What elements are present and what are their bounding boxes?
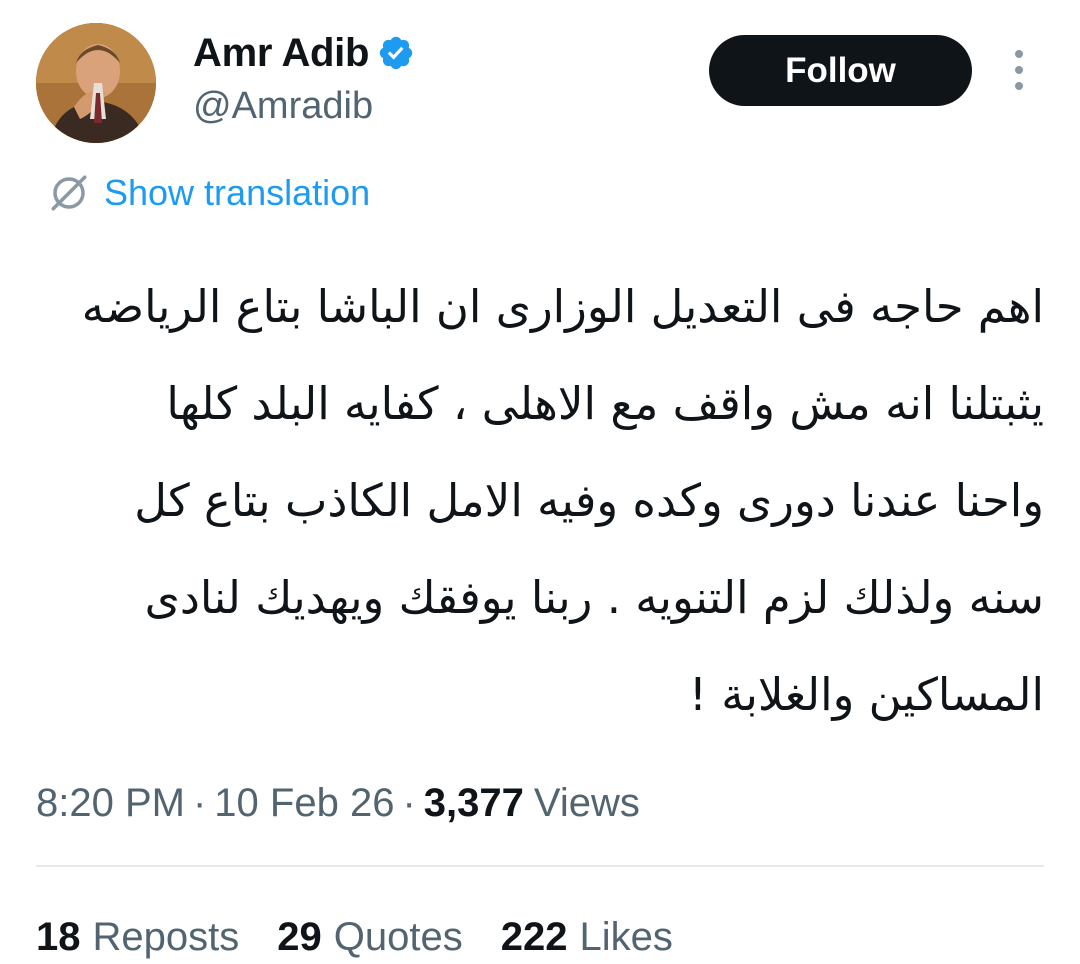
views-count: 3,377 — [423, 780, 524, 825]
views-label: Views — [533, 780, 640, 825]
tweet-date[interactable]: 10 Feb 26 — [214, 781, 394, 826]
quotes-label: Quotes — [333, 914, 463, 959]
translate-icon — [51, 175, 87, 211]
likes-count: 222 — [500, 914, 568, 959]
quotes-stat[interactable]: 29 Quotes — [277, 915, 462, 960]
likes-stat[interactable]: 222 Likes — [501, 915, 673, 960]
meta-separator: · — [192, 780, 207, 825]
avatar[interactable] — [36, 23, 156, 143]
more-dot — [1015, 82, 1023, 90]
show-translation-link[interactable]: Show translation — [48, 170, 370, 216]
tweet-line: يثبتلنا انه مش واقف مع الاهلى ، كفايه ال… — [166, 377, 1044, 430]
more-vertical-icon[interactable] — [1004, 50, 1034, 90]
tweet-line: اهم حاجه فى التعديل الوزارى ان الباشا بت… — [81, 280, 1044, 333]
tweet-line: المساكين والغلابة ! — [688, 668, 1044, 721]
tweet-time[interactable]: 8:20 PM — [36, 781, 185, 826]
engagement-stats: 18 Reposts 29 Quotes 222 Likes — [36, 910, 711, 964]
author-handle[interactable]: @Amradib — [193, 85, 373, 128]
follow-button[interactable]: Follow — [709, 35, 972, 106]
verified-badge-icon — [379, 36, 413, 70]
tweet-line: سنه ولذلك لزم التنويه . ربنا يوفقك ويهدي… — [144, 571, 1044, 624]
show-translation-label[interactable]: Show translation — [104, 172, 370, 214]
tweet-meta: 8:20 PM · 10 Feb 26 · 3,377 Views — [36, 777, 640, 829]
meta-separator: · — [402, 780, 416, 825]
author-name[interactable]: Amr Adib — [193, 31, 369, 76]
divider — [36, 865, 1044, 867]
tweet-text: اهم حاجه فى التعديل الوزارى ان الباشا بت… — [36, 258, 1044, 743]
tweet-line: واحنا عندنا دورى وكده وفيه الامل الكاذب … — [134, 474, 1044, 527]
avatar-image — [36, 23, 156, 143]
likes-label: Likes — [579, 914, 673, 959]
reposts-label: Reposts — [92, 914, 240, 959]
reposts-stat[interactable]: 18 Reposts — [36, 915, 239, 960]
more-dot — [1015, 50, 1023, 58]
quotes-count: 29 — [277, 914, 322, 959]
more-dot — [1015, 66, 1023, 74]
author-name-row[interactable]: Amr Adib — [193, 30, 415, 76]
reposts-count: 18 — [36, 914, 81, 959]
